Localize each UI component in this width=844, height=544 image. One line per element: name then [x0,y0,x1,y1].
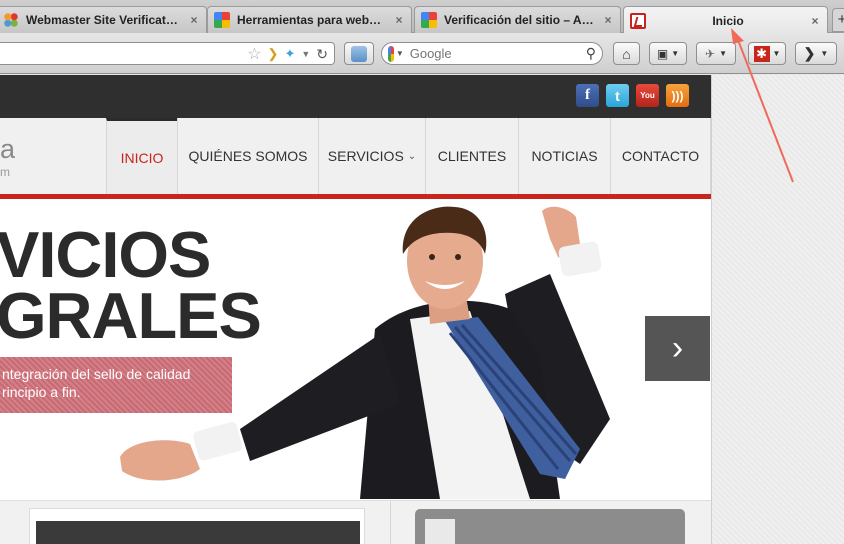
menu-item-noticias[interactable]: NOTICIAS [518,118,610,194]
slider-next-button[interactable]: › [645,316,710,381]
menu-item-inicio[interactable]: INICIO [106,118,177,194]
close-icon[interactable]: × [188,13,200,27]
site-logo-icon [630,12,646,29]
site-header: a m INICIO QUIÉNES SOMOS SERVICIOS ⌄ CLI… [0,118,711,194]
home-icon: ⌂ [622,45,631,62]
youtube-icon[interactable]: You [636,84,659,107]
addon-red-button[interactable]: ✱ ▼ [748,42,786,65]
search-box[interactable]: ▼ ⚲ [381,42,603,65]
menu-item-clientes[interactable]: CLIENTES [425,118,518,194]
feed-icon[interactable]: ❯ [268,46,279,62]
site-logo-subtext: m [0,165,10,179]
tab-herramientas[interactable]: Herramientas para web… × [207,6,412,33]
chevron-right-icon: › [671,329,684,367]
menu-item-quienes-somos[interactable]: QUIÉNES SOMOS [177,118,318,194]
history-dropdown-icon[interactable]: ▼ [301,49,310,59]
chevron-down-icon: ⌄ [407,150,417,162]
tab-verificacion[interactable]: Verificación del sitio – A… × [414,6,621,33]
more-button[interactable]: ❯ ▼ [795,42,837,65]
tab-title: Herramientas para web… [237,13,382,27]
google-icon [388,45,394,62]
hero-businessman-image [120,206,610,499]
bookmarks-button[interactable]: ▣ ▼ [649,42,687,65]
twitter-icon[interactable]: t [606,84,629,107]
navigation-toolbar: ☆ ❯ ✦ ▼ ↻ ▼ ⚲ ⌂ ▣▼ ✈▼ ✱▼ ❯▼ [0,33,844,74]
chevron-down-icon: ▼ [719,49,727,58]
widget-icon [425,519,455,544]
site-logo[interactable]: a [0,134,15,164]
browser-window: Webmaster Site Verificat… × Herramientas… [0,0,844,544]
joomla-icon [3,12,19,28]
tools-button[interactable]: ✈ ▼ [696,42,736,65]
close-icon[interactable]: × [809,14,821,28]
content-card [29,508,365,544]
bookmarks-icon: ▣ [656,46,669,61]
addon-button[interactable] [344,42,374,65]
tab-strip: Webmaster Site Verificat… × Herramientas… [0,0,844,34]
tab-title: Verificación del sitio – A… [444,13,594,27]
chevron-down-icon[interactable]: ▼ [396,49,404,58]
tab-title: Webmaster Site Verificat… [26,13,178,27]
bookmark-star-icon[interactable]: ☆ [247,44,261,64]
reload-icon[interactable]: ↻ [316,46,328,63]
person-icon [351,45,367,62]
search-input[interactable] [409,46,586,61]
chevron-down-icon: ▼ [671,49,680,58]
page-background [711,75,844,544]
google-icon [421,12,437,28]
tab-inicio[interactable]: Inicio × [623,6,828,34]
close-icon[interactable]: × [393,13,405,27]
top-bar: f t You ))) [0,75,711,118]
main-menu: INICIO QUIÉNES SOMOS SERVICIOS ⌄ CLIENTE… [106,118,711,194]
tab-webmaster-verification[interactable]: Webmaster Site Verificat… × [0,6,207,33]
divider [390,501,391,544]
asterisk-icon: ✱ [753,45,770,62]
hero-slider: VICIOS GRALES ntegración del sello de ca… [0,199,711,500]
card-image [36,521,360,544]
facebook-icon[interactable]: f [576,84,599,107]
chevron-right-icon: ❯ [803,45,816,61]
search-icon[interactable]: ⚲ [586,45,596,62]
menu-item-servicios[interactable]: SERVICIOS ⌄ [318,118,425,194]
content-section [0,500,711,544]
google-icon [214,12,230,28]
menu-item-contacto[interactable]: CONTACTO [610,118,711,194]
close-icon[interactable]: × [602,13,614,27]
url-bar[interactable]: ☆ ❯ ✦ ▼ ↻ [0,42,335,65]
rss-icon[interactable]: ))) [666,84,689,107]
home-button[interactable]: ⌂ [613,42,640,65]
web-page: f t You ))) a m INICIO QUIÉNES SOMOS SER… [0,75,711,544]
tab-title: Inicio [712,13,744,28]
tools-icon: ✈ [705,46,716,61]
chevron-down-icon: ▼ [820,49,829,58]
sidebar-widget [415,509,685,544]
twitter-bird-icon[interactable]: ✦ [284,46,295,62]
chevron-down-icon: ▼ [772,49,781,58]
new-tab-button[interactable]: + [832,8,844,32]
